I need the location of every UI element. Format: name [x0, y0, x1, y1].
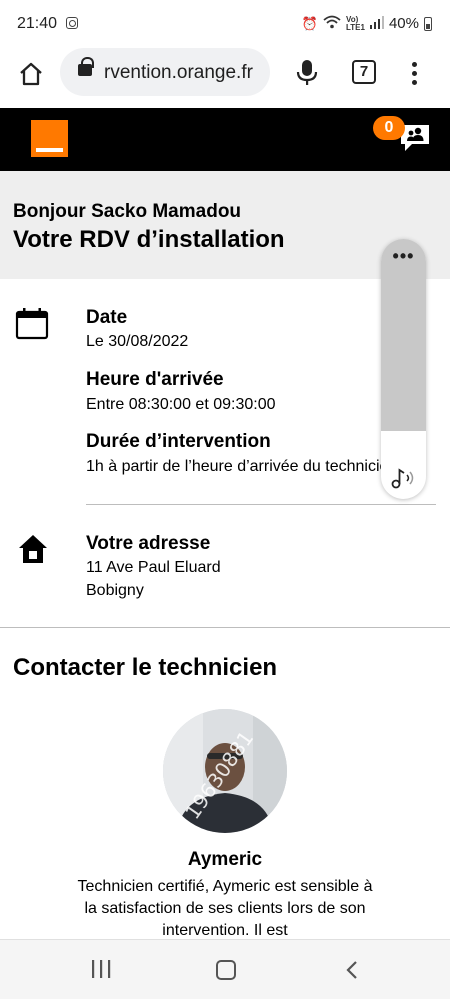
date-value: Le 30/08/2022: [86, 333, 189, 350]
mic-icon: [296, 60, 318, 85]
wifi-icon: [323, 15, 341, 32]
divider: [86, 504, 436, 505]
status-bar: 21:40 ⏰ Vo) LTE1 40%: [0, 0, 450, 48]
divider: [0, 627, 450, 628]
page-title: Votre RDV d’installation: [13, 226, 285, 253]
technician-photo: 19630881: [163, 709, 287, 833]
music-note-icon[interactable]: [391, 467, 417, 489]
lock-icon: [78, 57, 94, 76]
address-line1: 11 Ave Paul Eluard: [86, 559, 221, 576]
nav-home-button[interactable]: [216, 960, 236, 980]
address-label: Votre adresse: [86, 533, 211, 554]
notification-badge: 0: [373, 116, 405, 140]
audio-widget[interactable]: •••: [381, 239, 426, 499]
date-label: Date: [86, 307, 128, 328]
battery-icon: [424, 16, 432, 31]
audio-progress-fill: [381, 239, 426, 431]
home-icon: [20, 62, 42, 86]
system-nav-bar: [0, 939, 450, 999]
address-bar[interactable]: rvention.orange.fr: [60, 48, 270, 96]
browser-toolbar: rvention.orange.fr 7: [0, 48, 450, 108]
recents-icon: [92, 960, 111, 978]
greeting-text: Bonjour Sacko Mamadou: [13, 201, 242, 222]
home-button[interactable]: [17, 60, 45, 88]
back-button[interactable]: [344, 960, 360, 980]
section-title: Contacter le technicien: [13, 654, 278, 681]
volte-icon: Vo) LTE1: [346, 14, 365, 32]
arrival-value: Entre 08:30:00 et 09:30:00: [86, 396, 276, 413]
calendar-icon: [15, 308, 49, 345]
signal-icon: [369, 15, 384, 32]
technician-name: Aymeric: [187, 849, 263, 870]
voice-search-button[interactable]: [295, 58, 319, 86]
arrival-label: Heure d'arrivée: [86, 369, 224, 390]
duration-value: 1h à partir de l’heure d’arrivée du tech…: [86, 458, 386, 475]
site-header: 0: [0, 108, 450, 171]
duration-label: Durée d’intervention: [86, 431, 271, 452]
battery-percent: 40%: [388, 15, 419, 32]
url-text[interactable]: rvention.orange.fr: [104, 62, 253, 84]
status-right: ⏰ Vo) LTE1 40%: [302, 15, 432, 32]
status-time: 21:40: [17, 15, 58, 32]
house-icon: [17, 533, 49, 570]
orange-logo[interactable]: [31, 120, 68, 157]
tab-switcher-button[interactable]: 7: [352, 60, 376, 84]
back-icon: [346, 961, 357, 979]
more-vert-icon[interactable]: [404, 60, 424, 85]
alarm-icon: ⏰: [301, 15, 318, 31]
address-line2: Bobigny: [86, 582, 144, 599]
recents-button[interactable]: [91, 960, 111, 978]
technician-description: Technicien certifié, Aymeric est sensibl…: [77, 878, 373, 939]
instagram-icon: [66, 17, 78, 29]
more-horiz-icon[interactable]: •••: [381, 247, 426, 265]
